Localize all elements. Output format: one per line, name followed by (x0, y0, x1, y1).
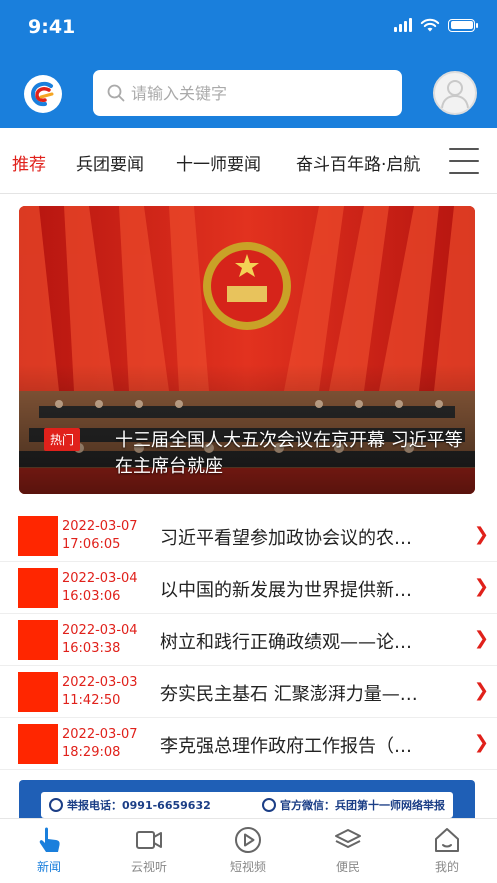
bottom-tab-bar: 新闻 云视听 短视频 便民 我的 (0, 818, 497, 883)
news-time: 18:29:08 (62, 745, 121, 760)
news-time: 16:03:38 (62, 641, 121, 656)
chevron-right-icon: ❯ (473, 680, 489, 701)
news-thumbnail (18, 672, 58, 712)
user-icon (441, 80, 469, 109)
category-tabs: 推荐 兵团要闻 十一师要闻 奋斗百年路·启航 (0, 128, 497, 194)
phone-icon (49, 798, 63, 812)
video-icon (136, 831, 162, 849)
chevron-right-icon: ❯ (473, 732, 489, 753)
tabbar-label: 便民 (335, 860, 360, 874)
tabbar-label: 新闻 (36, 860, 61, 874)
tabbar-mine[interactable]: 我的 (412, 825, 482, 875)
tabbar-label: 我的 (434, 860, 459, 874)
wechat-icon (262, 798, 276, 812)
status-time: 9:41 (28, 16, 76, 38)
app-logo[interactable] (24, 75, 62, 113)
search-box[interactable] (93, 70, 402, 116)
news-title: 树立和践行正确政绩观——论… (160, 632, 412, 653)
news-item[interactable]: 2022-03-04 16:03:38 树立和践行正确政绩观——论… ❯ (0, 614, 497, 666)
hot-badge: 热门 (44, 428, 81, 451)
news-thumbnail (18, 568, 58, 608)
tab-bingtuan-news[interactable]: 兵团要闻 (76, 150, 144, 175)
tab-centennial[interactable]: 奋斗百年路·启航 (296, 150, 432, 175)
play-icon (235, 827, 261, 853)
chevron-right-icon: ❯ (473, 628, 489, 649)
tabbar-news[interactable]: 新闻 (14, 825, 84, 875)
banner-title: 十三届全国人大五次会议在京开幕 习近平等在主席台就座 (115, 430, 463, 477)
wifi-icon (420, 18, 440, 32)
chevron-right-icon: ❯ (473, 524, 489, 545)
news-date: 2022-03-07 (62, 519, 138, 534)
news-date: 2022-03-03 (62, 675, 138, 690)
news-date: 2022-03-07 (62, 727, 138, 742)
news-time: 11:42:50 (62, 693, 121, 708)
report-banner[interactable]: 举报电话：0991-6659632 官方微信：兵团第十一师网络举报 (19, 780, 475, 818)
user-avatar[interactable] (433, 71, 477, 115)
news-item[interactable]: 2022-03-07 17:06:05 习近平看望参加政协会议的农… ❯ (0, 510, 497, 562)
news-item[interactable]: 2022-03-04 16:03:06 以中国的新发展为世界提供新… ❯ (0, 562, 497, 614)
tab-recommend[interactable]: 推荐 (12, 150, 46, 175)
report-wechat: 官方微信：兵团第十一师网络举报 (280, 799, 445, 812)
tabbar-label: 云视听 (130, 860, 167, 874)
status-icons (394, 18, 478, 32)
tabbar-video[interactable]: 云视听 (114, 825, 184, 875)
news-date: 2022-03-04 (62, 623, 138, 638)
search-input[interactable] (131, 83, 381, 103)
news-title: 以中国的新发展为世界提供新… (160, 580, 412, 601)
report-phone: 举报电话：0991-6659632 (67, 799, 211, 812)
news-item[interactable]: 2022-03-03 11:42:50 夯实民主基石 汇聚澎湃力量—… ❯ (0, 666, 497, 718)
news-date: 2022-03-04 (62, 571, 138, 586)
news-title: 李克强总理作政府工作报告（… (160, 736, 412, 757)
search-icon (107, 84, 125, 102)
news-title: 夯实民主基石 汇聚澎湃力量—… (160, 684, 418, 705)
tab-division-news[interactable]: 十一师要闻 (176, 150, 261, 175)
signal-icon (394, 18, 412, 32)
layers-icon (335, 829, 361, 848)
news-time: 16:03:06 (62, 589, 121, 604)
news-thumbnail (18, 724, 58, 764)
news-title: 习近平看望参加政协会议的农… (160, 528, 412, 549)
news-icon (39, 827, 60, 852)
app-header: 9:41 (0, 0, 497, 128)
news-item[interactable]: 2022-03-07 18:29:08 李克强总理作政府工作报告（… ❯ (0, 718, 497, 770)
hero-banner[interactable]: 热门 十三届全国人大五次会议在京开幕 习近平等在主席台就座 (19, 206, 475, 494)
tabbar-services[interactable]: 便民 (313, 825, 383, 875)
menu-icon[interactable] (449, 148, 479, 174)
news-thumbnail (18, 620, 58, 660)
news-thumbnail (18, 516, 58, 556)
home-icon (435, 828, 459, 852)
tabbar-label: 短视频 (229, 860, 266, 874)
battery-icon (448, 18, 478, 32)
chevron-right-icon: ❯ (473, 576, 489, 597)
tabbar-short-video[interactable]: 短视频 (213, 825, 283, 875)
news-time: 17:06:05 (62, 537, 121, 552)
